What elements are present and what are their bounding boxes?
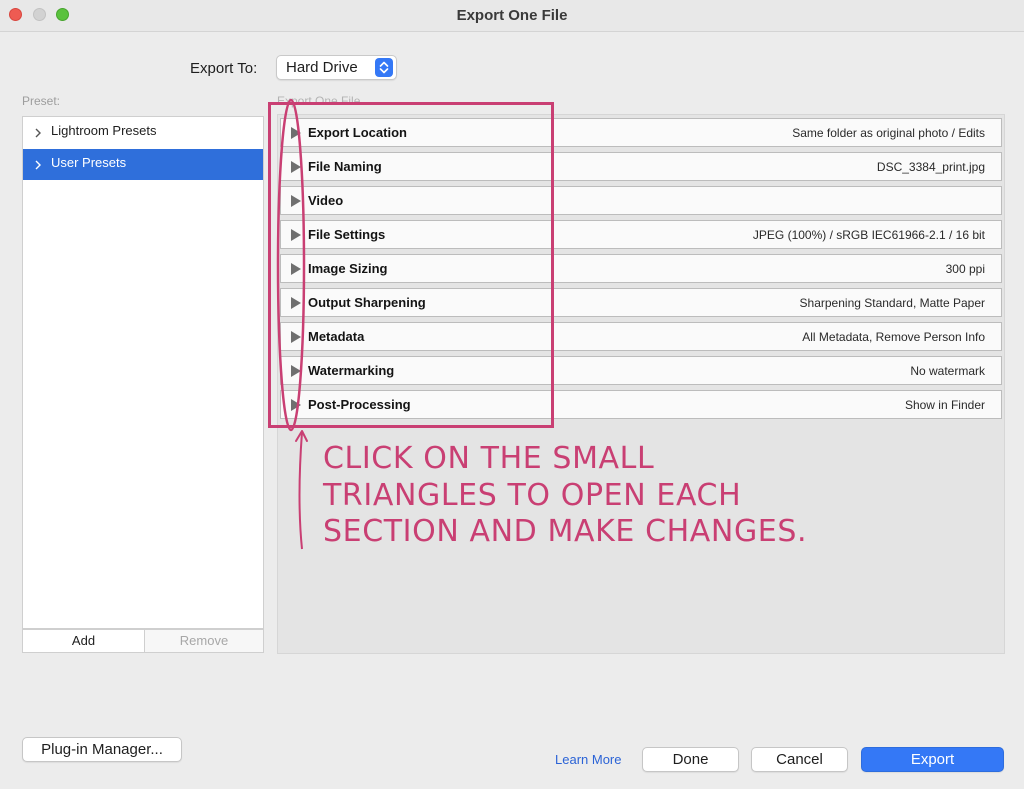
export-button[interactable]: Export	[861, 747, 1004, 772]
annotation-line: SECTION AND MAKE CHANGES.	[323, 514, 808, 549]
annotation-arrow	[276, 98, 308, 550]
done-button[interactable]: Done	[642, 747, 739, 772]
cancel-button[interactable]: Cancel	[751, 747, 848, 772]
annotation-line: CLICK ON THE SMALL	[323, 441, 655, 476]
annotation-line: TRIANGLES TO OPEN EACH	[323, 477, 742, 513]
learn-more-link[interactable]: Learn More	[555, 752, 621, 767]
annotation-text: CLICK ON THE SMALL TRIANGLES TO OPEN EAC…	[323, 441, 823, 551]
plugin-manager-button[interactable]: Plug-in Manager...	[22, 737, 182, 762]
